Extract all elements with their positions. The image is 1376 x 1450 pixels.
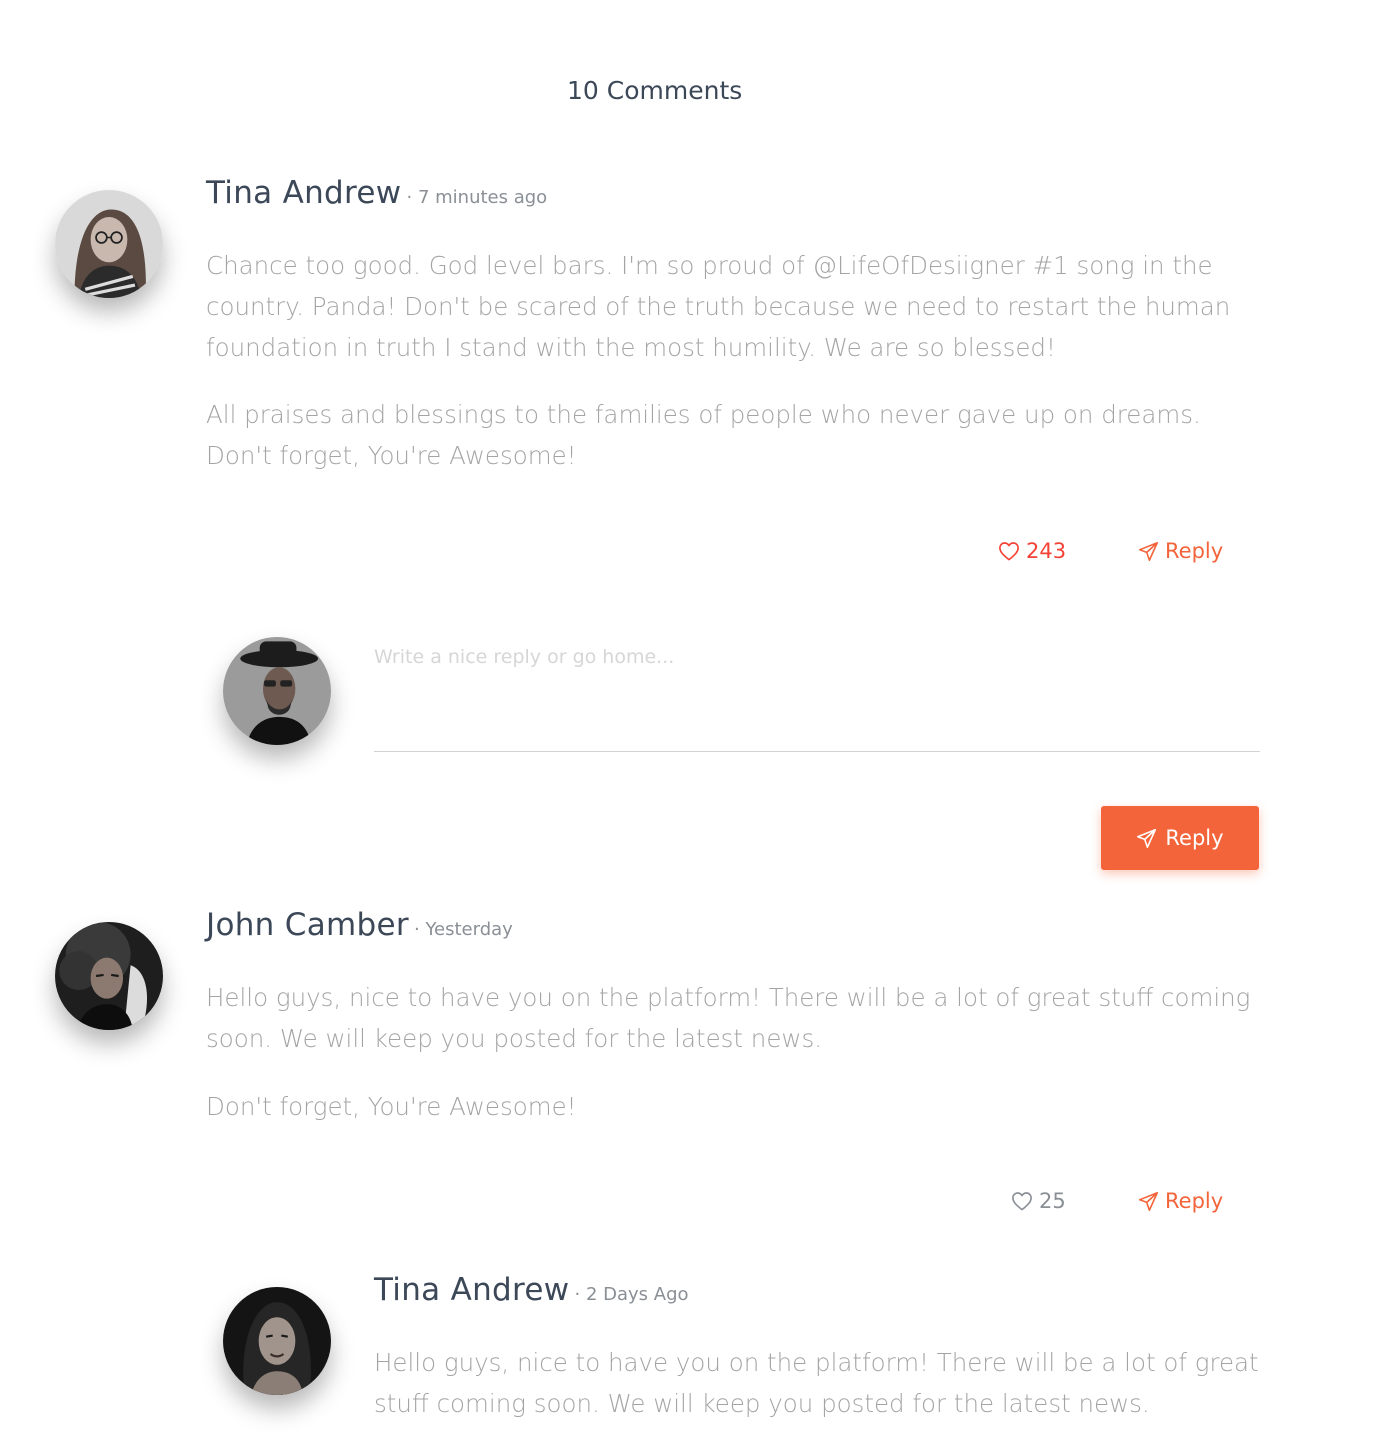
- comment-text: All praises and blessings to the familie…: [206, 400, 1201, 470]
- button-label: Reply: [1165, 826, 1224, 850]
- avatar[interactable]: [55, 922, 163, 1030]
- paper-plane-icon: [1138, 1191, 1159, 1211]
- like-button[interactable]: 25: [1011, 1189, 1066, 1213]
- reply-label: Reply: [1165, 1189, 1224, 1213]
- comments-title: 10 Comments: [567, 76, 743, 105]
- reply-link[interactable]: Reply: [1138, 1189, 1223, 1213]
- comment-header: Tina Andrew · 2 Days Ago: [374, 1272, 689, 1308]
- author-name[interactable]: Tina Andrew: [374, 1272, 569, 1308]
- paper-plane-icon: [1138, 541, 1159, 561]
- avatar[interactable]: [55, 190, 163, 298]
- author-name[interactable]: Tina Andrew: [206, 175, 401, 211]
- comment-time: · Yesterday: [414, 919, 513, 940]
- comment-time: · 2 Days Ago: [574, 1284, 689, 1305]
- like-count: 243: [1026, 539, 1067, 563]
- like-button[interactable]: 243: [998, 539, 1066, 563]
- comment-header: Tina Andrew · 7 minutes ago: [206, 175, 547, 211]
- paper-plane-icon: [1137, 828, 1157, 848]
- comment-text: Hello guys, nice to have you on the plat…: [206, 983, 1251, 1053]
- comment-time: · 7 minutes ago: [406, 187, 548, 208]
- comment-text: Don't forget, You're Awesome!: [206, 1092, 577, 1121]
- avatar-image: [55, 922, 163, 1030]
- avatar-image: [55, 190, 163, 298]
- avatar-image: [223, 637, 331, 745]
- comment-text: Hello guys, nice to have you on the plat…: [374, 1348, 1259, 1418]
- reply-input[interactable]: [374, 634, 1260, 752]
- avatar-image: [223, 1287, 331, 1395]
- heart-icon: [999, 542, 1019, 561]
- heart-icon: [1012, 1192, 1032, 1211]
- comment-header: John Camber · Yesterday: [206, 907, 513, 943]
- author-name[interactable]: John Camber: [206, 907, 409, 943]
- reply-label: Reply: [1165, 539, 1224, 563]
- submit-reply-button[interactable]: Reply: [1101, 806, 1259, 870]
- comment-text: Chance too good. God level bars. I'm so …: [206, 251, 1231, 362]
- avatar[interactable]: [223, 1287, 331, 1395]
- avatar[interactable]: [223, 637, 331, 745]
- reply-link[interactable]: Reply: [1138, 539, 1223, 563]
- like-count: 25: [1039, 1189, 1066, 1213]
